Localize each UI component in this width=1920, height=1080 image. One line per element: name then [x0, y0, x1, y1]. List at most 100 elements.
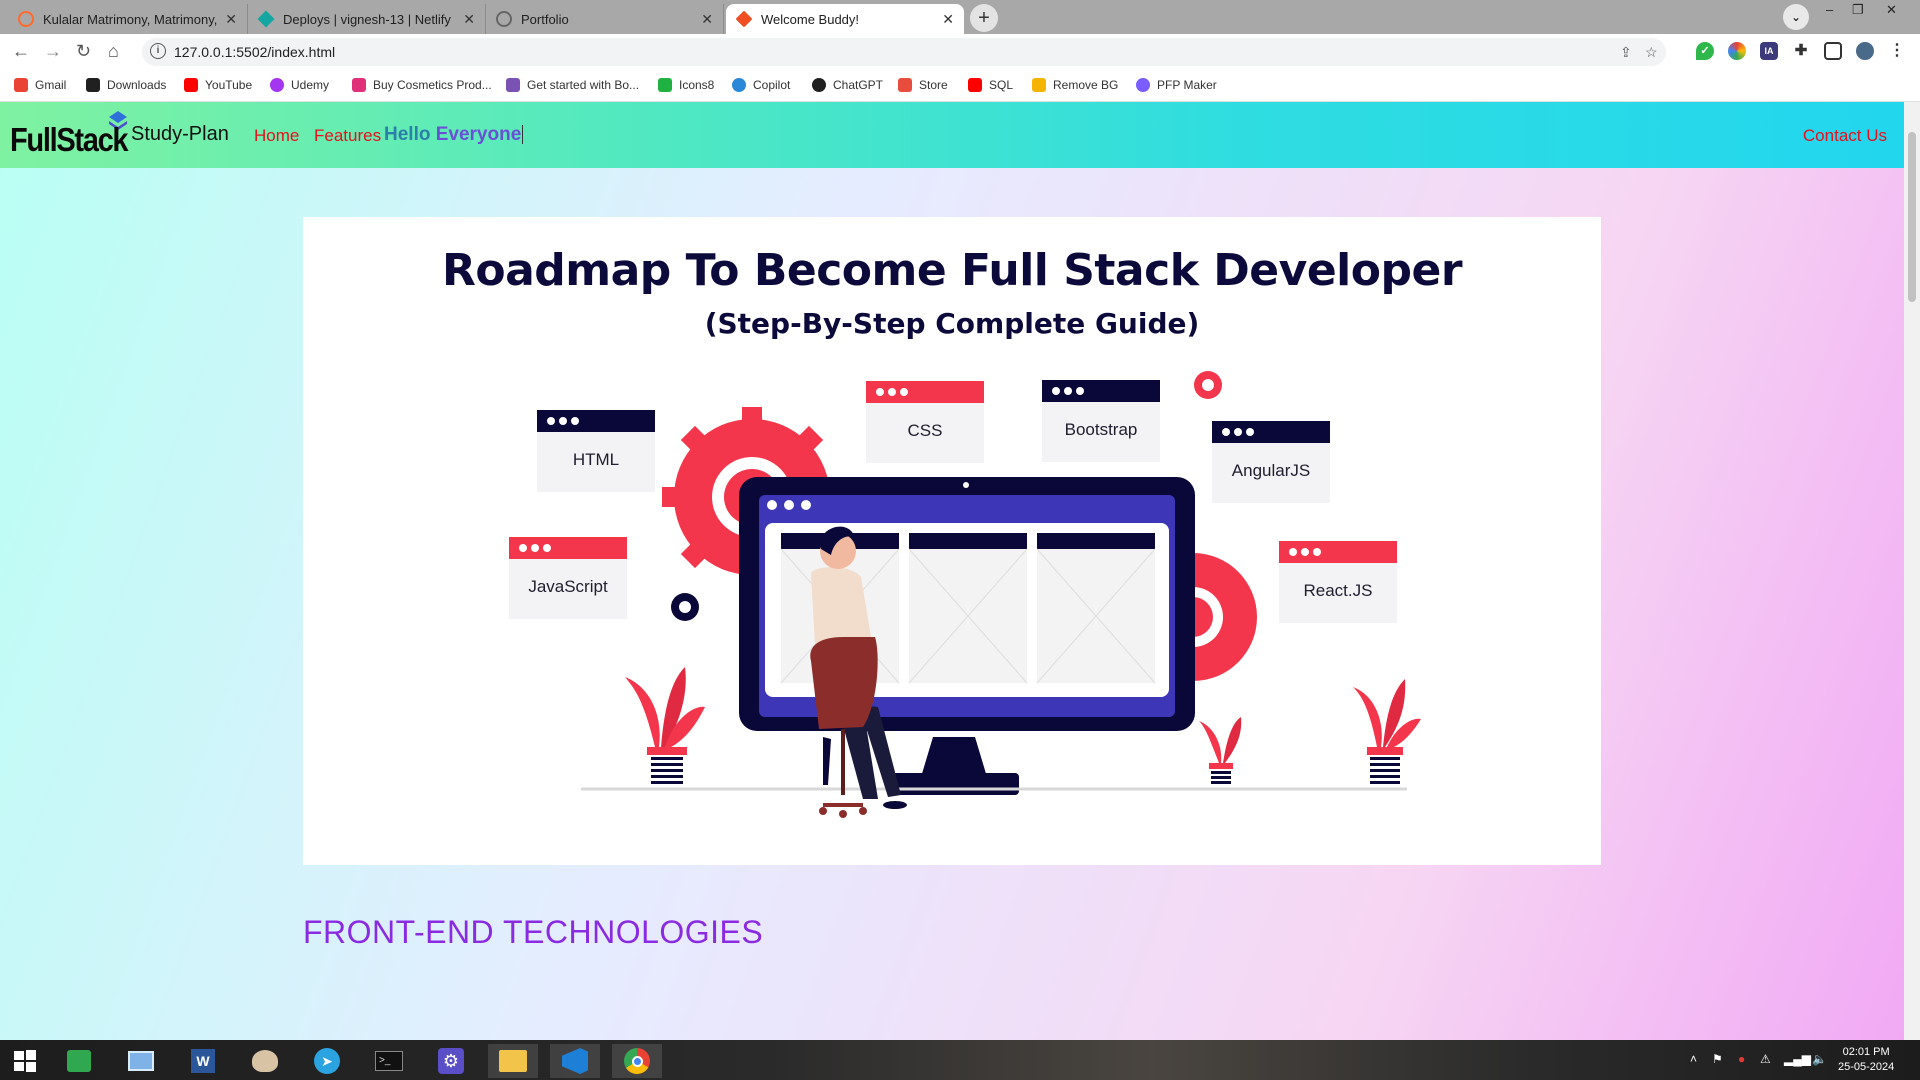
tech-card-css: CSS	[866, 381, 984, 463]
greeting-word1: Hello	[384, 124, 431, 145]
tech-card-label: React.JS	[1303, 581, 1373, 600]
close-tab-icon[interactable]: ✕	[225, 11, 237, 28]
close-window-icon[interactable]: ✕	[1886, 2, 1897, 18]
nav-features-link[interactable]: Features	[314, 126, 381, 146]
chrome-app-icon[interactable]	[612, 1044, 662, 1078]
plant-small-icon	[1199, 717, 1242, 784]
youtube-icon	[968, 78, 982, 92]
browser-toolbar: ← → ↻ ⌂ i 127.0.0.1:5502/index.html ⇪ ☆	[0, 34, 1920, 70]
bookmark-star-icon[interactable]: ☆	[1645, 44, 1658, 61]
share-icon[interactable]: ⇪	[1620, 44, 1632, 61]
plant-right-icon	[1353, 679, 1421, 784]
cosmetics-icon	[352, 78, 366, 92]
network-warning-icon[interactable]: ⚠	[1760, 1052, 1771, 1066]
git-favicon-icon	[735, 10, 753, 28]
tech-card-label: HTML	[572, 450, 620, 469]
bookmark-label: PFP Maker	[1157, 78, 1217, 92]
clock-date: 25-05-2024	[1838, 1061, 1895, 1073]
bookmark-label: Downloads	[107, 78, 167, 92]
bookmark-downloads[interactable]: Downloads	[86, 78, 166, 92]
file-explorer-app-icon[interactable]	[488, 1044, 538, 1078]
tab-netlify[interactable]: Deploys | vignesh-13 | Netlify ✕	[248, 4, 486, 34]
flag-icon[interactable]: ⚑	[1712, 1052, 1723, 1066]
minimize-icon[interactable]: –	[1826, 2, 1833, 17]
word-app-icon[interactable]: W	[178, 1044, 228, 1078]
store-app-icon[interactable]	[54, 1044, 104, 1078]
bookmarks-bar: Gmail Downloads YouTube Udemy Buy Cosmet…	[0, 70, 1920, 102]
tab-title: Deploys | vignesh-13 | Netlify	[283, 11, 451, 27]
tab-search-chevron-icon[interactable]: ⌄	[1783, 4, 1809, 30]
netlify-favicon-icon	[257, 10, 275, 28]
bookmark-label: Remove BG	[1053, 78, 1119, 92]
store-icon	[898, 78, 912, 92]
bookmark-cosmetics[interactable]: Buy Cosmetics Prod...	[352, 78, 492, 92]
tech-card-javascript: JavaScript	[509, 537, 627, 619]
gmail-icon	[14, 78, 28, 92]
bookmark-youtube[interactable]: YouTube	[184, 78, 252, 92]
nav-home-link[interactable]: Home	[254, 126, 299, 146]
color-extension-icon[interactable]	[1728, 42, 1746, 60]
page-scrollbar[interactable]	[1904, 102, 1920, 1040]
close-tab-icon[interactable]: ✕	[701, 11, 713, 28]
new-tab-button[interactable]: +	[970, 4, 998, 32]
tab-portfolio[interactable]: Portfolio ✕	[486, 4, 724, 34]
scrollbar-thumb[interactable]	[1908, 132, 1916, 302]
mcafee-icon[interactable]: ●	[1738, 1052, 1745, 1066]
reload-icon[interactable]: ↻	[76, 41, 91, 62]
close-tab-icon[interactable]: ✕	[463, 11, 475, 28]
bookmark-store[interactable]: Store	[898, 78, 948, 92]
small-navy-gear-icon	[671, 593, 699, 621]
ia-extension-icon[interactable]: IA	[1760, 42, 1778, 60]
paint-app-icon[interactable]	[240, 1044, 290, 1078]
bookmark-icons8[interactable]: Icons8	[658, 78, 714, 92]
bookmark-bootstrap[interactable]: Get started with Bo...	[506, 78, 639, 92]
developer-illustration	[581, 371, 1421, 818]
windows-start-icon[interactable]	[0, 1044, 50, 1078]
signal-icon[interactable]: ▂▄▆	[1784, 1052, 1811, 1066]
address-bar[interactable]: i 127.0.0.1:5502/index.html ⇪ ☆	[142, 38, 1666, 66]
bookmark-label: Gmail	[35, 78, 67, 92]
icons8-icon	[658, 78, 672, 92]
tab-kulalar[interactable]: Kulalar Matrimony, Matrimony, In ✕	[8, 4, 248, 34]
greeting-word2: Everyone	[435, 124, 522, 145]
site-logo[interactable]: FullStack	[10, 121, 129, 159]
vscode-app-icon[interactable]	[550, 1044, 600, 1078]
home-icon[interactable]: ⌂	[108, 41, 119, 62]
shield-extension-icon[interactable]: ✓	[1696, 42, 1714, 60]
bookmark-remove-bg[interactable]: Remove BG	[1032, 78, 1118, 92]
system-clock[interactable]: 02:01 PM 25-05-2024	[1838, 1045, 1894, 1075]
settings-app-icon[interactable]: ⚙	[426, 1044, 476, 1078]
volume-icon[interactable]: 🔈	[1812, 1052, 1827, 1066]
bookmark-copilot[interactable]: Copilot	[732, 78, 790, 92]
bootstrap-icon	[506, 78, 520, 92]
bookmark-chatgpt[interactable]: ChatGPT	[812, 78, 883, 92]
nav-contact-link[interactable]: Contact Us	[1803, 126, 1887, 146]
bookmark-udemy[interactable]: Udemy	[270, 78, 329, 92]
bookmark-pfp-maker[interactable]: PFP Maker	[1136, 78, 1217, 92]
tab-welcome-buddy[interactable]: Welcome Buddy! ✕	[726, 4, 964, 34]
terminal-app-icon[interactable]: >_	[364, 1044, 414, 1078]
url-text: 127.0.0.1:5502/index.html	[174, 44, 336, 60]
site-info-icon[interactable]: i	[150, 43, 166, 59]
tech-card-label: JavaScript	[528, 577, 608, 596]
typing-caret	[522, 125, 524, 145]
tray-overflow-icon[interactable]: ˄	[1690, 1052, 1697, 1066]
pfp-maker-icon	[1136, 78, 1150, 92]
back-arrow-icon[interactable]: ←	[12, 41, 30, 62]
bookmark-gmail[interactable]: Gmail	[14, 78, 66, 92]
forward-arrow-icon[interactable]: →	[44, 41, 62, 62]
telegram-app-icon[interactable]: ➤	[302, 1044, 352, 1078]
puzzle-extensions-icon[interactable]: ✚	[1792, 42, 1810, 60]
bookmark-sql[interactable]: SQL	[968, 78, 1013, 92]
small-red-gear-icon	[1194, 371, 1222, 399]
side-panel-icon[interactable]	[1824, 42, 1842, 60]
bookmark-label: SQL	[989, 78, 1014, 92]
browser-tab-strip: Kulalar Matrimony, Matrimony, In ✕ Deplo…	[0, 0, 1920, 34]
bookmark-label: Get started with Bo...	[527, 78, 640, 92]
restore-icon[interactable]: ❐	[1852, 2, 1864, 18]
remote-desktop-app-icon[interactable]	[116, 1044, 166, 1078]
profile-avatar[interactable]	[1856, 42, 1874, 60]
close-tab-icon[interactable]: ✕	[942, 11, 954, 28]
chatgpt-icon	[812, 78, 826, 92]
more-menu-icon[interactable]: ⋮	[1888, 42, 1906, 60]
